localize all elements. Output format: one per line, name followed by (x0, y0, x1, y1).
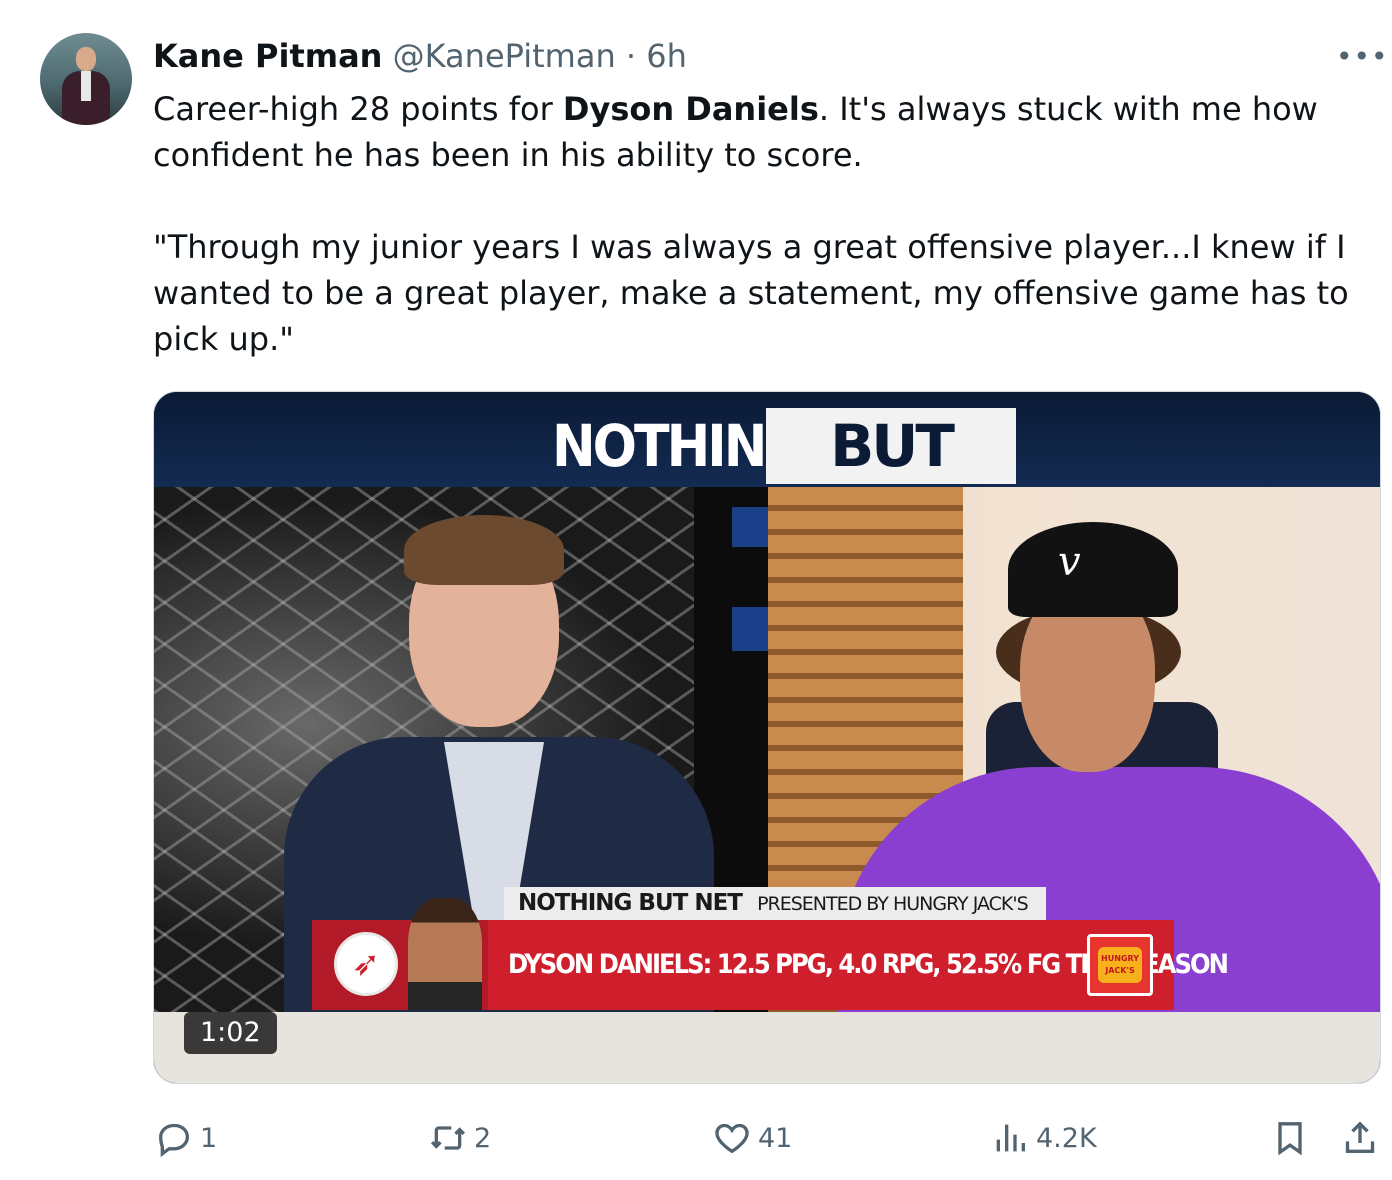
banner-text-right: BUT NET (766, 408, 1016, 556)
sponsor-logo-text: HUNGRY JACK'S (1098, 947, 1142, 983)
cap-logo: v (1058, 539, 1081, 585)
repost-button[interactable]: 2 (428, 1113, 491, 1163)
video-player[interactable]: NOTHING BUT NET v NOTHING BUT NET PRESEN… (153, 391, 1381, 1084)
more-icon[interactable]: ••• (1336, 40, 1389, 73)
reply-icon (158, 1123, 190, 1158)
bookmark-button[interactable] (1270, 1113, 1310, 1163)
tweet-paragraph-1: Career-high 28 points for Dyson Daniels.… (153, 86, 1368, 178)
like-button[interactable]: 41 (712, 1113, 792, 1163)
sponsor-logo: HUNGRY JACK'S (1087, 934, 1153, 996)
avatar-shirt (81, 71, 91, 101)
video-duration: 1:02 (184, 1012, 277, 1054)
lower-third-sponsor-text: PRESENTED BY HUNGRY JACK'S (757, 893, 1029, 915)
show-banner: NOTHING BUT NET (154, 392, 1380, 556)
player-headshot (408, 898, 482, 1010)
avatar-face (76, 47, 96, 71)
bookmark-icon (1278, 1122, 1302, 1156)
team-logo-box: ➶ (312, 898, 488, 1010)
tweet-time[interactable]: 6h (646, 37, 687, 75)
repost-icon (430, 1126, 466, 1150)
tweet-actions: 1 2 41 4.2K (0, 1113, 1392, 1163)
views-count: 4.2K (1036, 1122, 1097, 1154)
author-name[interactable]: Kane Pitman (153, 37, 382, 75)
tweet-text-bold: Dyson Daniels (562, 90, 819, 128)
repost-count: 2 (474, 1122, 492, 1154)
lower-third-header: NOTHING BUT NET PRESENTED BY HUNGRY JACK… (504, 887, 1046, 920)
anchor-hair (404, 515, 564, 585)
avatar[interactable] (40, 33, 132, 125)
views-icon (996, 1124, 1025, 1152)
lower-third-title: NOTHING BUT NET (518, 890, 743, 916)
tweet-text-part-1: Career-high 28 points for (153, 90, 563, 128)
like-count: 41 (758, 1122, 793, 1154)
share-icon (1345, 1121, 1375, 1153)
studio-light (732, 507, 768, 547)
tweet-text: Career-high 28 points for Dyson Daniels.… (153, 86, 1368, 362)
separator-dot: · (625, 37, 637, 75)
tweet-quote: "Through my junior years I was always a … (153, 228, 1349, 358)
lower-third-bar: ➶ DYSON DANIELS: 12.5 PPG, 4.0 RPG, 52.5… (312, 898, 1229, 1010)
share-button[interactable] (1340, 1113, 1380, 1163)
heart-icon (715, 1123, 749, 1154)
views-button[interactable]: 4.2K (990, 1113, 1097, 1163)
author-handle[interactable]: @KanePitman (393, 37, 616, 75)
studio-floor (154, 1012, 1380, 1083)
tweet-header: Kane Pitman @KanePitman · 6h (153, 36, 687, 76)
studio-light (732, 607, 768, 651)
reply-button[interactable]: 1 (154, 1113, 217, 1163)
player-cap (1008, 522, 1178, 617)
hawks-logo-icon: ➶ (334, 932, 398, 996)
reply-count: 1 (200, 1122, 218, 1154)
